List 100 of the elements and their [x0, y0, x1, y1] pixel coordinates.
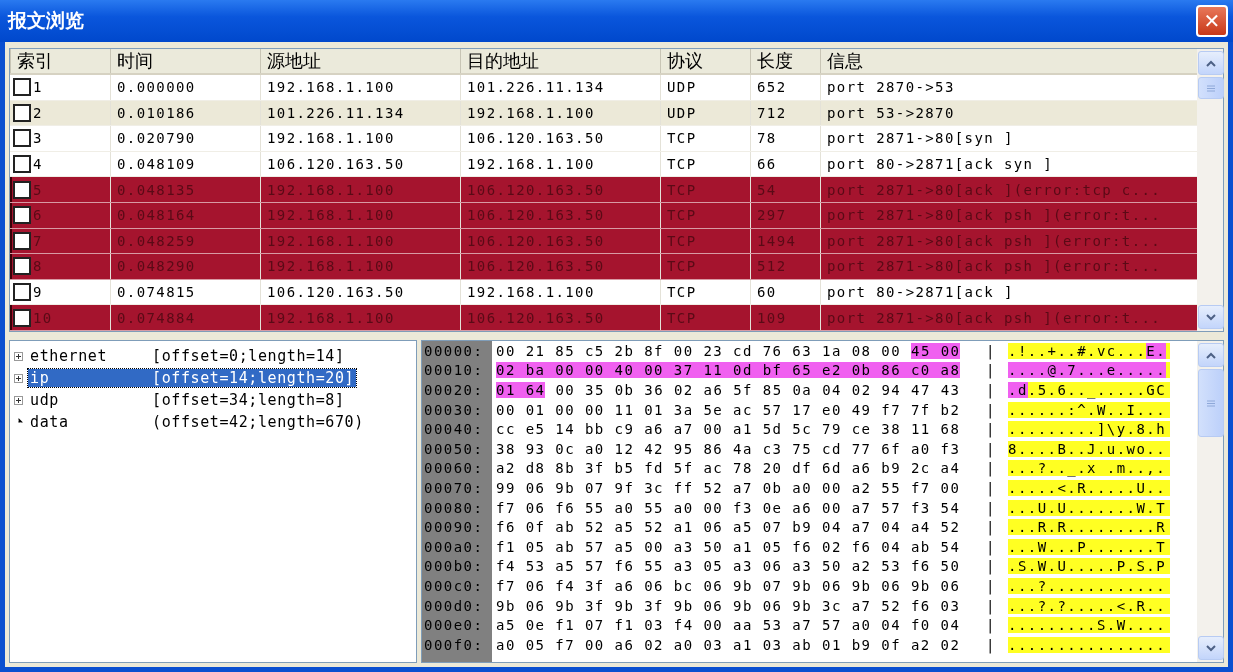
checkbox[interactable]	[13, 231, 31, 250]
tree-item[interactable]: udp [offset=34;length=8]	[28, 391, 347, 409]
column-header[interactable]: 长度	[750, 49, 820, 73]
ascii-text: 8....B..J.u.wo..	[1008, 440, 1167, 457]
expand-icon[interactable]	[14, 373, 23, 383]
offset-label: 000c0:	[423, 577, 485, 594]
column-separator: |	[986, 382, 997, 398]
column-header[interactable]: 索引	[10, 49, 110, 73]
close-button[interactable]: ✕	[1196, 5, 1228, 37]
layer-name: ip	[30, 369, 51, 387]
table-row[interactable]: 3 0.020790 192.168.1.100 106.120.163.50 TCP 78 port 2871->80[syn ]	[10, 126, 1197, 152]
table-cell: 0.020790	[110, 126, 260, 151]
checkbox[interactable]	[13, 283, 31, 302]
table-cell: 0.074815	[110, 279, 260, 305]
table-row[interactable]: 1 0.000000 192.168.1.100 101.226.11.134 UDP 652 port 2870->53	[10, 75, 1197, 101]
layer-range: [offset=0;length=14]	[152, 347, 345, 365]
layer-range: [offset=14;length=20]	[152, 369, 355, 387]
table-cell: 0.048290	[110, 254, 260, 279]
ascii-text: ...U.U.......W.T	[1008, 499, 1167, 516]
checkbox[interactable]	[13, 180, 31, 199]
table-cell: UDP	[660, 100, 750, 126]
table-row[interactable]: 2 0.010186 101.226.11.134 192.168.1.100 UDP 712 port 53->2870	[10, 100, 1197, 127]
column-header[interactable]: 源地址	[260, 49, 460, 73]
hex-bytes: f4 53 a5 57 f6 55 a3 05 a3 06 a3 50 a2 53 f6 50	[496, 558, 961, 575]
scrollbar[interactable]	[1197, 49, 1223, 331]
column-header[interactable]: 协议	[660, 49, 750, 73]
scroll-down-button[interactable]	[1198, 636, 1224, 660]
column-header[interactable]: 时间	[110, 49, 260, 73]
hex-bytes: 01 64	[496, 382, 546, 398]
column-separator: |	[986, 577, 997, 594]
table-cell: TCP	[660, 279, 750, 305]
hex-bytes: 9b 06 9b 3f 9b 3f 9b 06 9b 06 9b 3c a7 52 f6 03	[496, 597, 961, 614]
scroll-thumb[interactable]	[1198, 369, 1224, 437]
table-cell: 0.048164	[110, 202, 260, 228]
checkbox[interactable]	[13, 129, 31, 148]
table-row[interactable]: 9 0.074815 106.120.163.50 192.168.1.100 TCP 60 port 80->2871[ack ]	[10, 279, 1197, 306]
ascii-text: .d	[1008, 382, 1028, 398]
scroll-down-button[interactable]	[1198, 305, 1224, 329]
checkbox[interactable]	[13, 206, 31, 225]
hex-bytes: cc e5 14 bb c9 a6 a7 00 a1 5d 5c 79 ce 38 11 68	[496, 421, 961, 438]
ascii-text: .....<.R.....U..	[1008, 479, 1167, 496]
table-cell: 9	[33, 284, 43, 301]
table-cell: 106.120.163.50	[460, 228, 660, 254]
column-header[interactable]: 目的地址	[460, 49, 660, 73]
column-separator: |	[986, 421, 997, 438]
table-cell: TCP	[660, 305, 750, 330]
ascii-text: E.	[1146, 342, 1167, 359]
checkbox[interactable]	[13, 257, 31, 276]
table-cell: 10	[33, 309, 53, 326]
table-cell: 5	[33, 181, 43, 198]
table-cell: 106.120.163.50	[460, 254, 660, 279]
table-cell: 0.074884	[110, 305, 260, 330]
table-cell: 0.048259	[110, 228, 260, 254]
scroll-thumb[interactable]	[1198, 77, 1224, 99]
tree-item[interactable]: ip [offset=14;length=20]	[28, 369, 357, 387]
window-title: 报文浏览	[8, 8, 84, 33]
table-cell: 192.168.1.100	[460, 100, 660, 126]
hex-bytes: 02 ba 00 00 40 00 37 11 0d bf 65 e2 0b 86 c0 a8	[496, 362, 961, 379]
ascii-text: ......:^.W..I...	[1008, 401, 1167, 418]
table-cell: 192.168.1.100	[260, 202, 460, 228]
scroll-up-icon	[1206, 351, 1216, 359]
tree-item[interactable]: data (offset=42;length=670)	[28, 413, 366, 431]
ascii-text: .S.W.U.....P.S.P	[1008, 558, 1167, 575]
table-cell: 78	[750, 126, 820, 151]
offset-label: 00010:	[423, 362, 485, 379]
table-cell: 192.168.1.100	[260, 305, 460, 330]
checkbox[interactable]	[13, 308, 31, 327]
table-row[interactable]: 4 0.048109 106.120.163.50 192.168.1.100 TCP 66 port 80->2871[ack syn ]	[10, 151, 1197, 178]
expand-icon[interactable]	[14, 395, 23, 405]
table-cell: 106.120.163.50	[460, 202, 660, 228]
column-separator: |	[986, 460, 997, 477]
scroll-up-button[interactable]	[1198, 343, 1224, 367]
table-cell: 297	[750, 202, 820, 228]
table-cell: TCP	[660, 151, 750, 177]
layer-name: ethernet	[30, 347, 109, 365]
column-separator: |	[986, 440, 997, 457]
column-separator: |	[986, 558, 997, 575]
table-cell: 109	[750, 305, 820, 330]
tree-item[interactable]: ethernet [offset=0;length=14]	[28, 347, 347, 365]
checkbox[interactable]	[13, 155, 31, 174]
table-cell: 192.168.1.100	[260, 177, 460, 202]
expand-icon[interactable]	[14, 351, 23, 361]
scrollbar[interactable]	[1197, 341, 1223, 662]
table-cell: 8	[33, 258, 43, 275]
table-cell: TCP	[660, 228, 750, 254]
checkbox[interactable]	[13, 78, 31, 97]
column-separator: |	[986, 342, 997, 359]
column-separator: |	[986, 617, 997, 634]
hex-bytes: 00 35 0b 36 02 a6 5f 85 0a 04 02 94 47 43	[555, 382, 961, 398]
hex-bytes: a5 0e f1 07 f1 03 f4 00 aa 53 a7 57 a0 04 f0 04	[496, 617, 961, 634]
offset-label: 00000:	[423, 342, 485, 359]
column-separator: |	[986, 479, 997, 496]
table-cell: 0.048109	[110, 151, 260, 177]
ascii-text: ....@.7...e.....	[1008, 362, 1167, 379]
offset-label: 00050:	[423, 440, 485, 457]
scroll-up-button[interactable]	[1198, 51, 1224, 75]
scroll-up-icon	[1206, 59, 1216, 67]
checkbox[interactable]	[13, 103, 31, 122]
table-cell: 101.226.11.134	[460, 75, 660, 100]
column-separator: |	[986, 519, 997, 536]
